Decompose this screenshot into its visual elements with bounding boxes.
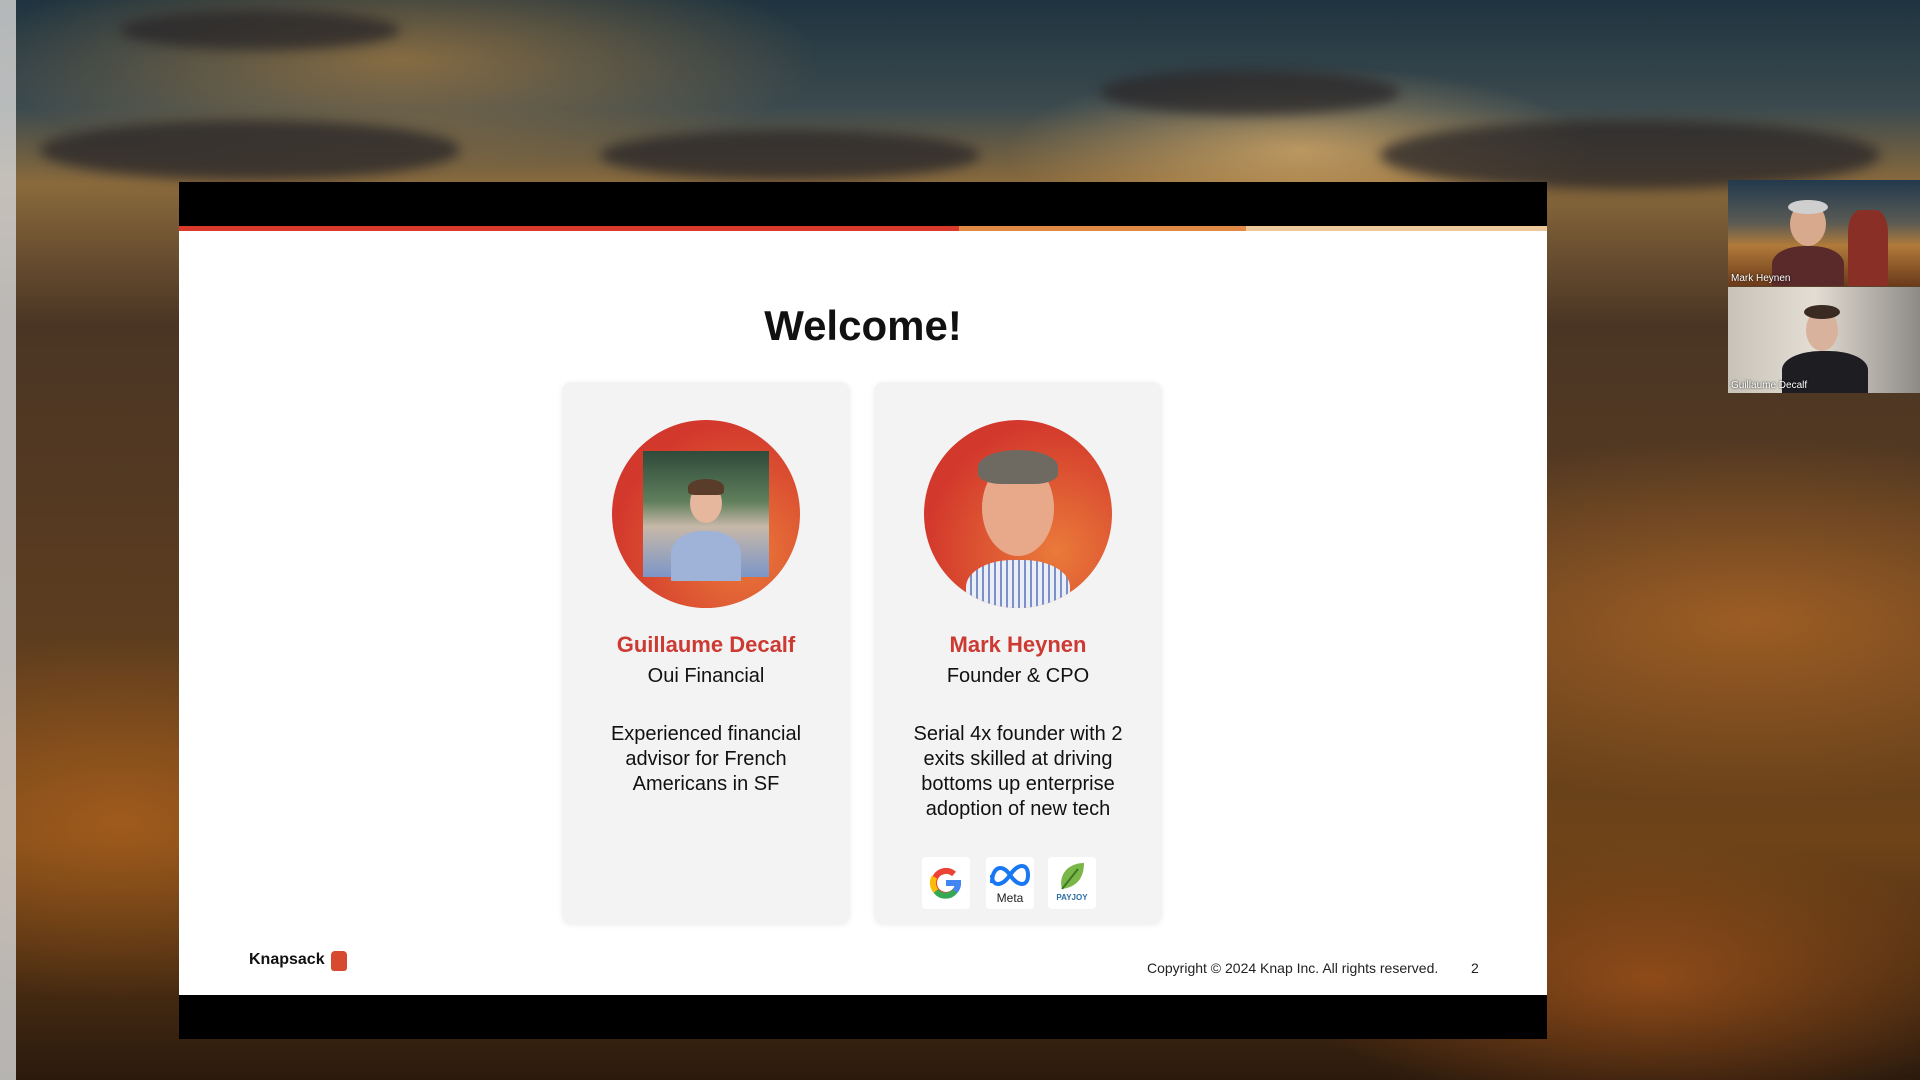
cloud bbox=[600, 130, 980, 180]
slide-title: Welcome! bbox=[764, 302, 962, 349]
slide-bottom-bar bbox=[179, 995, 1547, 1039]
payjoy-logo-icon: PAYJOY bbox=[1048, 857, 1096, 909]
slide-top-bar bbox=[179, 182, 1547, 226]
company-logos: Meta PAYJOY bbox=[922, 857, 1114, 909]
presenter-bio: Experienced financial advisor for French… bbox=[610, 723, 802, 795]
meta-icon bbox=[990, 864, 1031, 886]
presenter-name: Guillaume Decalf bbox=[616, 632, 796, 657]
presenter-card-mark: Mark Heynen Founder & CPO Serial 4x foun… bbox=[874, 382, 1162, 924]
google-logo-icon bbox=[922, 857, 970, 909]
copyright-text: Copyright © 2024 Knap Inc. All rights re… bbox=[1147, 960, 1439, 976]
google-icon bbox=[929, 867, 962, 899]
profile-photo bbox=[643, 451, 769, 581]
presenter-bio: Serial 4x founder with 2 exits skilled a… bbox=[913, 723, 1123, 820]
payjoy-label: PAYJOY bbox=[1056, 893, 1088, 902]
video-tile-mark[interactable]: Mark Heynen bbox=[1728, 180, 1920, 286]
brand-name: Knapsack bbox=[249, 951, 325, 968]
presenter-card-guillaume: Guillaume Decalf Oui Financial Experienc… bbox=[562, 382, 850, 924]
avatar bbox=[924, 420, 1112, 608]
cloud bbox=[1100, 70, 1400, 115]
video-tile-guillaume[interactable]: Guillaume Decalf bbox=[1728, 287, 1920, 393]
backpack-icon bbox=[331, 951, 347, 971]
presenter-name: Mark Heynen bbox=[949, 632, 1087, 657]
page-number: 2 bbox=[1471, 960, 1479, 976]
presenter-role: Founder & CPO bbox=[946, 665, 1090, 687]
presentation-slide: Welcome! Guillaume Decalf Oui Financial … bbox=[179, 182, 1547, 1039]
cloud bbox=[120, 10, 400, 50]
presenter-role: Oui Financial bbox=[647, 665, 765, 687]
slide-accent-stripe bbox=[179, 226, 1547, 231]
participant-name: Mark Heynen bbox=[1731, 273, 1791, 284]
leaf-icon bbox=[1061, 863, 1084, 890]
screen-edge bbox=[0, 0, 16, 1080]
meta-label: Meta bbox=[996, 891, 1024, 905]
cloud bbox=[40, 120, 460, 180]
participant-name: Guillaume Decalf bbox=[1731, 380, 1808, 391]
avatar bbox=[612, 420, 800, 608]
meta-logo-icon: Meta bbox=[986, 857, 1034, 909]
